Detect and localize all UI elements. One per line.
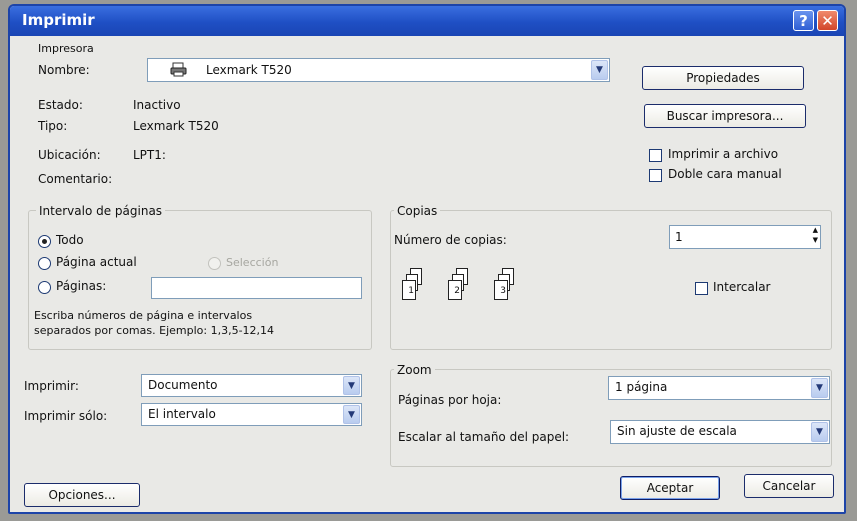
printer-icon xyxy=(170,62,188,77)
page-range-group-label: Intervalo de páginas xyxy=(36,204,166,218)
printer-status-value: Inactivo xyxy=(133,98,181,112)
scale-to-paper-label: Escalar al tamaño del papel: xyxy=(398,430,570,444)
printer-location-value: LPT1: xyxy=(133,148,166,162)
print-dialog: Imprimir ? ✕ Impresora Nombre: Lexmark T… xyxy=(8,4,846,514)
range-pages-label: Páginas: xyxy=(56,279,107,293)
ok-button[interactable]: Aceptar xyxy=(620,476,720,500)
printer-name-label: Nombre: xyxy=(38,63,90,77)
range-current-page-radio[interactable] xyxy=(38,257,51,270)
print-what-value: Documento xyxy=(148,378,218,392)
range-selection-radio[interactable] xyxy=(208,257,221,270)
collate-illustration: 1 2 3 xyxy=(398,268,538,322)
spin-up-icon[interactable]: ▲ xyxy=(813,226,818,234)
printer-group-label: Impresora xyxy=(38,42,94,55)
chevron-down-icon[interactable]: ▼ xyxy=(343,405,360,424)
options-button[interactable]: Opciones... xyxy=(24,483,140,507)
printer-type-value: Lexmark T520 xyxy=(133,119,219,133)
collate-label: Intercalar xyxy=(713,280,771,294)
range-pages-radio[interactable] xyxy=(38,281,51,294)
printer-type-label: Tipo: xyxy=(38,119,68,133)
range-all-radio[interactable] xyxy=(38,235,51,248)
page-icon: 3 xyxy=(494,280,508,300)
print-what-label: Imprimir: xyxy=(24,379,79,393)
range-current-page-label: Página actual xyxy=(56,255,137,269)
range-selection-label: Selección xyxy=(226,256,279,269)
print-to-file-checkbox[interactable] xyxy=(649,149,662,162)
pages-input[interactable] xyxy=(151,277,362,299)
find-printer-button[interactable]: Buscar impresora... xyxy=(644,104,806,128)
print-to-file-label: Imprimir a archivo xyxy=(668,147,779,161)
collate-checkbox[interactable] xyxy=(695,282,708,295)
range-all-label: Todo xyxy=(56,233,84,247)
help-button[interactable]: ? xyxy=(793,10,814,31)
properties-button[interactable]: Propiedades xyxy=(642,66,804,90)
page-icon: 1 xyxy=(402,280,416,300)
printer-comment-label: Comentario: xyxy=(38,172,113,186)
printer-status-label: Estado: xyxy=(38,98,83,112)
copies-number-spinner[interactable]: 1 ▲ ▼ xyxy=(669,225,821,249)
close-button[interactable]: ✕ xyxy=(817,10,838,31)
print-only-value: El intervalo xyxy=(148,407,216,421)
copies-number-label: Número de copias: xyxy=(394,233,507,247)
copies-group-label: Copias xyxy=(394,204,441,218)
scale-to-paper-select[interactable]: Sin ajuste de escala ▼ xyxy=(610,420,830,444)
print-only-label: Imprimir sólo: xyxy=(24,409,108,423)
manual-duplex-label: Doble cara manual xyxy=(668,167,782,181)
cancel-button[interactable]: Cancelar xyxy=(744,474,834,498)
range-hint-line1: Escriba números de página e intervalos xyxy=(34,309,253,322)
range-hint-line2: separados por comas. Ejemplo: 1,3,5-12,1… xyxy=(34,324,275,337)
zoom-group-label: Zoom xyxy=(394,363,435,377)
chevron-down-icon[interactable]: ▼ xyxy=(811,422,828,442)
scale-to-paper-value: Sin ajuste de escala xyxy=(617,424,737,438)
spin-down-icon[interactable]: ▼ xyxy=(813,236,818,244)
copies-number-value: 1 xyxy=(675,230,683,244)
pages-per-sheet-value: 1 página xyxy=(615,380,668,394)
page-icon: 2 xyxy=(448,280,462,300)
manual-duplex-checkbox[interactable] xyxy=(649,169,662,182)
printer-name-value: Lexmark T520 xyxy=(206,63,292,77)
pages-per-sheet-select[interactable]: 1 página ▼ xyxy=(608,376,830,400)
printer-name-select[interactable]: Lexmark T520 ▼ xyxy=(147,58,610,82)
window-title: Imprimir xyxy=(22,11,95,29)
printer-location-label: Ubicación: xyxy=(38,148,101,162)
chevron-down-icon[interactable]: ▼ xyxy=(811,378,828,398)
chevron-down-icon[interactable]: ▼ xyxy=(343,376,360,395)
chevron-down-icon[interactable]: ▼ xyxy=(591,60,608,80)
pages-per-sheet-label: Páginas por hoja: xyxy=(398,393,502,407)
print-what-select[interactable]: Documento ▼ xyxy=(141,374,362,397)
print-only-select[interactable]: El intervalo ▼ xyxy=(141,403,362,426)
title-bar[interactable]: Imprimir ? ✕ xyxy=(10,6,844,36)
